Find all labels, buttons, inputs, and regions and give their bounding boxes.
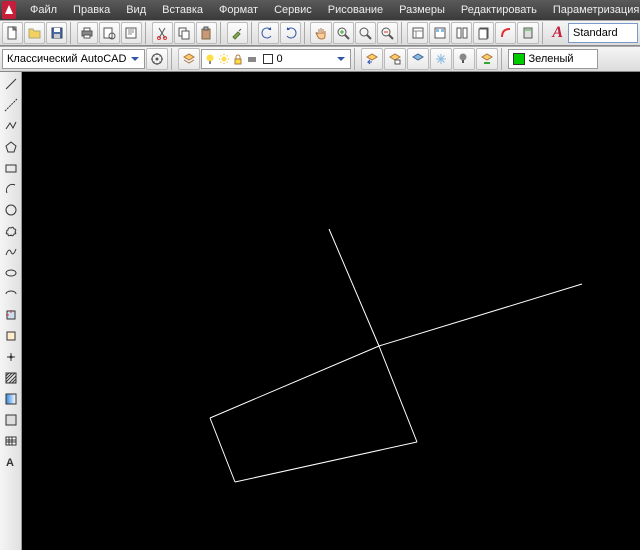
polyline-tool[interactable] — [1, 116, 21, 136]
tool-palettes-button[interactable] — [451, 22, 472, 44]
lock-icon — [232, 53, 244, 65]
menu-tools[interactable]: Сервис — [266, 2, 320, 18]
workspace-label: Классический AutoCAD — [7, 53, 126, 65]
arc-tool[interactable] — [1, 179, 21, 199]
zoom-previous-button[interactable] — [377, 22, 398, 44]
sheet-set-button[interactable] — [473, 22, 494, 44]
chevron-down-icon — [128, 52, 142, 66]
quickcalc-button[interactable] — [517, 22, 538, 44]
app-logo[interactable] — [2, 1, 16, 19]
zoom-window-button[interactable] — [355, 22, 376, 44]
layer-off-button[interactable] — [453, 48, 475, 70]
menu-insert[interactable]: Вставка — [154, 2, 211, 18]
text-style-input[interactable] — [568, 23, 638, 43]
layer-color-swatch — [263, 54, 273, 64]
ellipse-tool[interactable] — [1, 263, 21, 283]
menu-draw[interactable]: Рисование — [320, 2, 391, 18]
redo-button[interactable] — [280, 22, 301, 44]
make-block-tool[interactable] — [1, 326, 21, 346]
layer-freeze-button[interactable] — [430, 48, 452, 70]
menu-format[interactable]: Формат — [211, 2, 266, 18]
print-button[interactable] — [77, 22, 98, 44]
menu-file[interactable]: Файл — [22, 2, 65, 18]
markup-button[interactable] — [495, 22, 516, 44]
undo-button[interactable] — [258, 22, 279, 44]
svg-text:A: A — [6, 457, 14, 469]
construction-line-tool[interactable] — [1, 95, 21, 115]
properties-toolbar: Классический AutoCAD 0 Зеленый — [0, 46, 640, 72]
layer-isolate-button[interactable] — [407, 48, 429, 70]
workspace-dropdown[interactable]: Классический AutoCAD — [2, 49, 145, 69]
new-button[interactable] — [2, 22, 23, 44]
lightbulb-icon — [204, 53, 216, 65]
table-tool[interactable] — [1, 431, 21, 451]
workspace-settings-button[interactable] — [146, 48, 168, 70]
menu-bar: Файл Правка Вид Вставка Формат Сервис Ри… — [0, 0, 640, 20]
insert-block-tool[interactable] — [1, 305, 21, 325]
layer-dropdown[interactable]: 0 — [201, 49, 351, 69]
color-dropdown[interactable]: Зеленый — [508, 49, 598, 69]
point-tool[interactable] — [1, 347, 21, 367]
sun-icon — [218, 53, 230, 65]
layer-previous-button[interactable] — [361, 48, 383, 70]
copy-button[interactable] — [174, 22, 195, 44]
polygon-tool[interactable] — [1, 137, 21, 157]
layer-name-label: 0 — [276, 53, 282, 65]
mtext-tool[interactable]: A — [1, 452, 21, 472]
color-swatch — [513, 53, 525, 65]
zoom-realtime-button[interactable] — [333, 22, 354, 44]
text-style-icon: A — [548, 24, 567, 42]
circle-tool[interactable] — [1, 200, 21, 220]
main-area: A — [0, 72, 640, 550]
cut-button[interactable] — [152, 22, 173, 44]
layer-match-button[interactable] — [476, 48, 498, 70]
menu-view[interactable]: Вид — [118, 2, 154, 18]
hatch-tool[interactable] — [1, 368, 21, 388]
spline-tool[interactable] — [1, 242, 21, 262]
line-tool[interactable] — [1, 74, 21, 94]
print-preview-button[interactable] — [99, 22, 120, 44]
properties-button[interactable] — [407, 22, 428, 44]
menu-dimension[interactable]: Размеры — [391, 2, 453, 18]
layer-state-button[interactable] — [384, 48, 406, 70]
gradient-tool[interactable] — [1, 389, 21, 409]
drawing-canvas[interactable] — [22, 72, 640, 550]
chevron-down-icon — [334, 52, 348, 66]
menu-parametric[interactable]: Параметризация — [545, 2, 640, 18]
pan-button[interactable] — [310, 22, 331, 44]
publish-button[interactable] — [121, 22, 142, 44]
design-center-button[interactable] — [429, 22, 450, 44]
color-label: Зеленый — [528, 53, 573, 65]
menu-edit[interactable]: Правка — [65, 2, 118, 18]
save-button[interactable] — [46, 22, 67, 44]
revision-cloud-tool[interactable] — [1, 221, 21, 241]
ellipse-arc-tool[interactable] — [1, 284, 21, 304]
paste-button[interactable] — [196, 22, 217, 44]
region-tool[interactable] — [1, 410, 21, 430]
open-button[interactable] — [24, 22, 45, 44]
layer-manager-button[interactable] — [178, 48, 200, 70]
standard-toolbar: A — [0, 20, 640, 46]
drawing-content — [22, 72, 640, 550]
print-layer-icon — [246, 53, 258, 65]
match-properties-button[interactable] — [227, 22, 248, 44]
draw-toolbar: A — [0, 72, 22, 550]
menu-modify[interactable]: Редактировать — [453, 2, 545, 18]
rectangle-tool[interactable] — [1, 158, 21, 178]
